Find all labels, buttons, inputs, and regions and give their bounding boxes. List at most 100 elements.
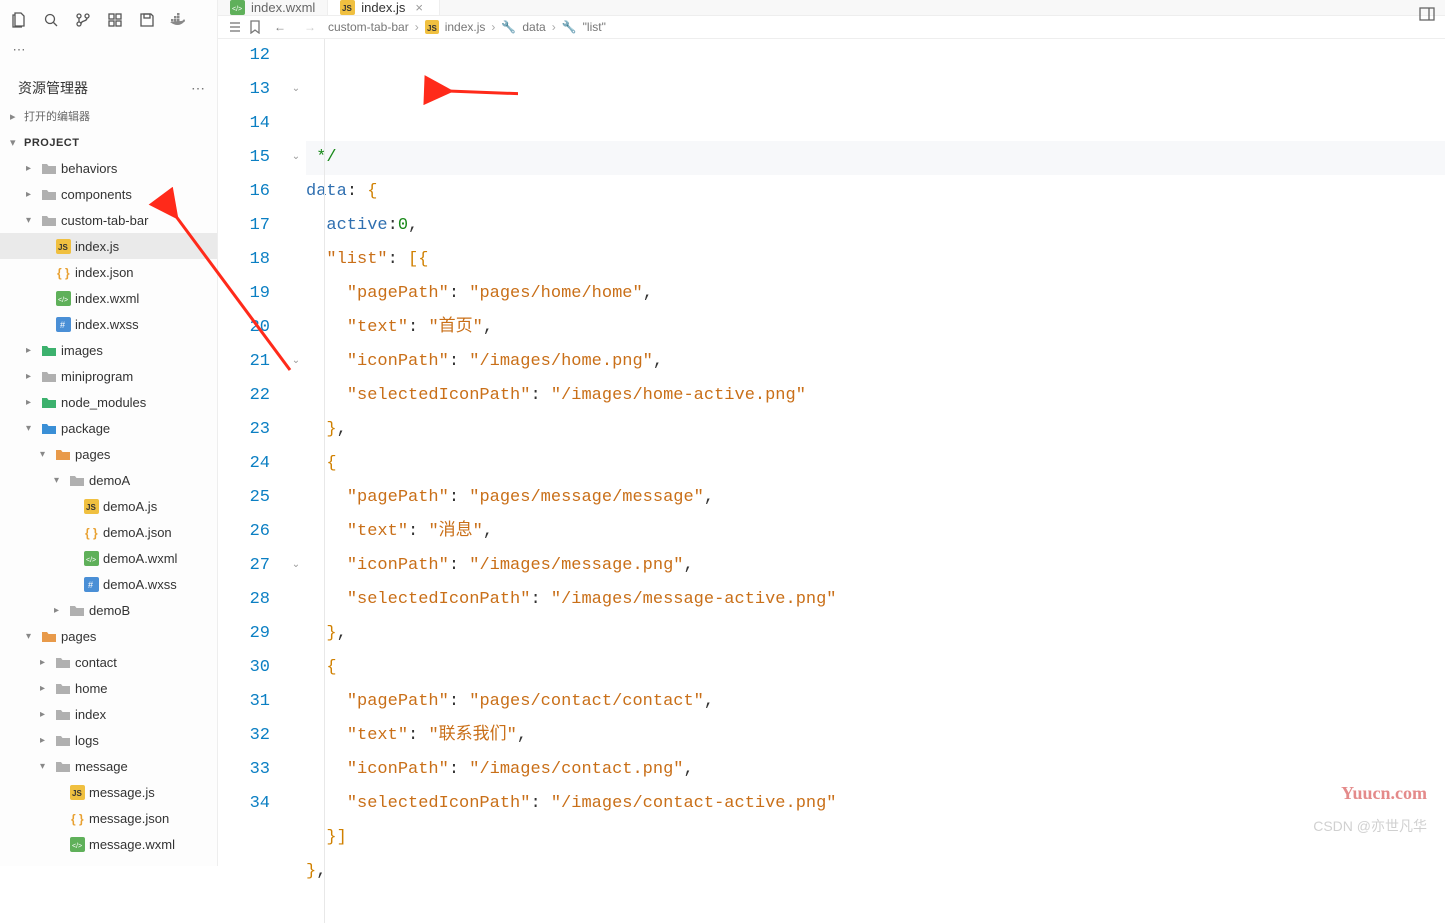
svg-text:</>: </> <box>232 6 242 13</box>
tree-item-demoA-js[interactable]: JSdemoA.js <box>0 493 217 519</box>
tree-item-label: pages <box>61 629 96 644</box>
code-area[interactable]: 1213141516171819202122232425262728293031… <box>218 39 1445 923</box>
folder-icon <box>40 213 58 227</box>
project-section[interactable]: ▾ PROJECT <box>0 130 217 155</box>
layout-icon[interactable] <box>1419 6 1435 22</box>
tree-item-index-wxss[interactable]: #index.wxss <box>0 311 217 337</box>
tree-item-index-js[interactable]: JSindex.js <box>0 233 217 259</box>
tree-item-demoA[interactable]: ▾demoA <box>0 467 217 493</box>
extensions-icon[interactable] <box>100 6 130 34</box>
tree-item-pages[interactable]: ▾pages <box>0 623 217 649</box>
close-icon[interactable]: × <box>411 0 427 15</box>
tree-item-images[interactable]: ▸images <box>0 337 217 363</box>
tree-item-label: contact <box>75 655 117 670</box>
back-icon[interactable]: ← <box>268 20 292 34</box>
tab-label: index.wxml <box>251 0 315 15</box>
chevron-icon: ▸ <box>26 397 40 408</box>
tree-item-demoA-json[interactable]: { }demoA.json <box>0 519 217 545</box>
tree-item-label: index.json <box>75 265 134 280</box>
tree-item-index-json[interactable]: { }index.json <box>0 259 217 285</box>
folder-icon <box>40 187 58 201</box>
js-icon: JS <box>54 239 72 254</box>
tree-item-label: miniprogram <box>61 369 133 384</box>
tab-bar: </> index.wxml JSindex.js× <box>218 0 1445 16</box>
tree-item-message-wxml[interactable]: </>message.wxml <box>0 831 217 857</box>
tree-item-index[interactable]: ▸index <box>0 701 217 727</box>
chevron-icon: ▾ <box>26 423 40 434</box>
chevron-right-icon: ▸ <box>10 110 24 123</box>
fold-toggle[interactable]: ⌄ <box>286 73 306 107</box>
fold-toggle <box>286 583 306 617</box>
tree-item-node_modules[interactable]: ▸node_modules <box>0 389 217 415</box>
list-icon[interactable] <box>228 20 242 34</box>
files-icon[interactable] <box>4 6 34 34</box>
js-icon: JS <box>82 499 100 514</box>
fold-toggle[interactable]: ⌄ <box>286 549 306 583</box>
watermark-csdn: CSDN @亦世凡华 <box>1313 816 1427 836</box>
tree-item-message-json[interactable]: { }message.json <box>0 805 217 831</box>
fold-toggle <box>286 379 306 413</box>
fold-toggle <box>286 277 306 311</box>
fold-toggle[interactable]: ⌄ <box>286 345 306 379</box>
tree-item-components[interactable]: ▸components <box>0 181 217 207</box>
wxss-icon: # <box>54 317 72 332</box>
tree-item-message-js[interactable]: JSmessage.js <box>0 779 217 805</box>
fold-toggle <box>286 413 306 447</box>
open-editors-label: 打开的编辑器 <box>24 108 90 124</box>
tab-index-js[interactable]: JSindex.js× <box>328 0 440 15</box>
search-icon[interactable] <box>36 6 66 34</box>
tree-item-contact[interactable]: ▸contact <box>0 649 217 675</box>
tree-item-demoA-wxml[interactable]: </>demoA.wxml <box>0 545 217 571</box>
branch-icon[interactable] <box>68 6 98 34</box>
breadcrumb-file[interactable]: index.js <box>445 20 486 34</box>
tree-item-custom-tab-bar[interactable]: ▾custom-tab-bar <box>0 207 217 233</box>
tree-item-label: demoA.wxml <box>103 551 177 566</box>
tree-item-message[interactable]: ▾message <box>0 753 217 779</box>
js-icon: JS <box>425 20 439 34</box>
tree-item-pages[interactable]: ▾pages <box>0 441 217 467</box>
wxss-icon: # <box>82 577 100 592</box>
sidebar-more-icon[interactable]: ⋯ <box>191 80 205 97</box>
forward-icon[interactable]: → <box>298 20 322 34</box>
tree-item-label: demoA.js <box>103 499 157 514</box>
tree-item-package[interactable]: ▾package <box>0 415 217 441</box>
open-editors-section[interactable]: ▸ 打开的编辑器 <box>0 102 217 130</box>
fold-toggle <box>286 787 306 821</box>
fold-toggle[interactable]: ⌄ <box>286 141 306 175</box>
docker-icon[interactable] <box>164 6 194 34</box>
breadcrumb-sym1[interactable]: data <box>522 20 545 34</box>
watermark-yuucn: Yuucn.com <box>1341 783 1427 804</box>
tree-item-miniprogram[interactable]: ▸ miniprogram <box>0 363 217 389</box>
chevron-icon: ▸ <box>26 371 40 382</box>
tree-item-demoB[interactable]: ▸demoB <box>0 597 217 623</box>
code-content[interactable]: */data: { active:0, "list": [{ "pagePath… <box>306 39 1445 923</box>
bookmark-icon[interactable] <box>248 20 262 34</box>
more-icon[interactable]: ⋯ <box>4 36 34 64</box>
tree-item-index-wxml[interactable]: </>index.wxml <box>0 285 217 311</box>
folder-icon <box>54 707 72 721</box>
tree-item-label: demoA.wxss <box>103 577 177 592</box>
fold-toggle <box>286 447 306 481</box>
tree-item-label: components <box>61 187 132 202</box>
tab-index-wxml[interactable]: </> index.wxml <box>218 0 328 15</box>
svg-text:JS: JS <box>342 4 352 13</box>
fold-toggle <box>286 311 306 345</box>
save-icon[interactable] <box>132 6 162 34</box>
project-label: PROJECT <box>24 137 79 149</box>
tree-item-label: home <box>75 681 108 696</box>
tree-item-demoA-wxss[interactable]: #demoA.wxss <box>0 571 217 597</box>
breadcrumb-sym2[interactable]: "list" <box>583 20 606 34</box>
tree-item-label: logs <box>75 733 99 748</box>
tree-item-behaviors[interactable]: ▸behaviors <box>0 155 217 181</box>
fold-toggle <box>286 175 306 209</box>
breadcrumb-folder[interactable]: custom-tab-bar <box>328 20 409 34</box>
folder-icon <box>40 161 58 175</box>
tree-item-logs[interactable]: ▸logs <box>0 727 217 753</box>
folder-icon <box>54 759 72 773</box>
tree-item-label: custom-tab-bar <box>61 213 148 228</box>
folder-icon <box>40 369 58 383</box>
wxml-icon: </> <box>230 0 245 15</box>
json-icon: { } <box>82 525 100 540</box>
tree-item-home[interactable]: ▸home <box>0 675 217 701</box>
fold-toggle <box>286 481 306 515</box>
